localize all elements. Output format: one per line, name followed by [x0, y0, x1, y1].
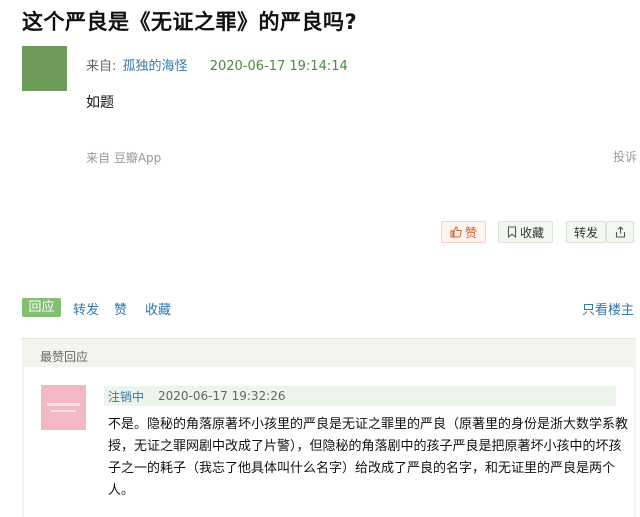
page-title: 这个严良是《无证之罪》的严良吗?	[22, 10, 358, 34]
thumbs-up-icon	[450, 226, 462, 238]
post-body: 如题	[86, 95, 114, 111]
reply-time: 2020-06-17 19:32:26	[158, 389, 286, 403]
reply-item: 注销中 2020-06-17 19:32:26 不是。隐秘的角落原著坏小孩里的严…	[24, 367, 634, 517]
reply-tabbar: 回应 转发 赞 收藏 只看楼主	[22, 298, 634, 320]
share-button[interactable]: 转发	[566, 221, 606, 243]
tab-collect[interactable]: 收藏	[145, 299, 171, 318]
reply-content: 不是。隐秘的角落原著坏小孩里的严良是无证之罪里的严良（原著里的身份是浙大数学系教…	[108, 414, 629, 502]
reply-line: 授，无证之罪网剧中改成了片警），但隐秘的角落剧中的孩子严良是把原著坏小孩中的坏孩	[108, 439, 622, 454]
like-label: 赞	[464, 225, 477, 240]
tab-reply[interactable]: 回应	[22, 298, 61, 317]
post-time: 2020-06-17 19:14:14	[209, 59, 348, 74]
reply-avatar[interactable]	[41, 385, 86, 430]
share-label: 转发	[573, 225, 598, 240]
avatar-decoration	[47, 403, 80, 406]
tab-like[interactable]: 赞	[114, 299, 127, 318]
reply-line: 子之一的耗子（我忘了他具体叫什么名字）给改成了严良的名字，和无证里的严良是两个	[108, 461, 616, 476]
collect-label: 收藏	[519, 225, 544, 240]
author-avatar[interactable]	[22, 46, 67, 91]
hot-replies-header: 最赞回应	[40, 350, 89, 364]
report-link[interactable]: 投诉	[613, 148, 637, 165]
tab-forward[interactable]: 转发	[73, 299, 99, 318]
reply-meta: 注销中 2020-06-17 19:32:26	[104, 386, 616, 406]
avatar-decoration	[51, 410, 76, 412]
share-icon	[615, 226, 625, 238]
from-label: 来自:	[86, 59, 117, 74]
hot-replies-section: 最赞回应 注销中 2020-06-17 19:32:26 不是。隐秘的角落原著坏…	[22, 338, 636, 517]
post-source: 来自 豆瓣App	[86, 151, 162, 165]
reply-line: 不是。隐秘的角落原著坏小孩里的严良是无证之罪里的严良（原著里的身份是浙大数学系教	[108, 417, 629, 432]
author-link[interactable]: 孤独的海怪	[123, 59, 188, 74]
collect-button[interactable]: 收藏	[498, 221, 553, 243]
like-button[interactable]: 赞	[441, 221, 486, 243]
reply-line: 人。	[108, 483, 135, 498]
bookmark-icon	[507, 226, 517, 238]
post-meta: 来自: 孤独的海怪 2020-06-17 19:14:14	[86, 55, 348, 74]
share-external-button[interactable]	[606, 221, 634, 243]
only-op-link[interactable]: 只看楼主	[582, 299, 634, 318]
reply-author-link[interactable]: 注销中	[108, 388, 144, 405]
